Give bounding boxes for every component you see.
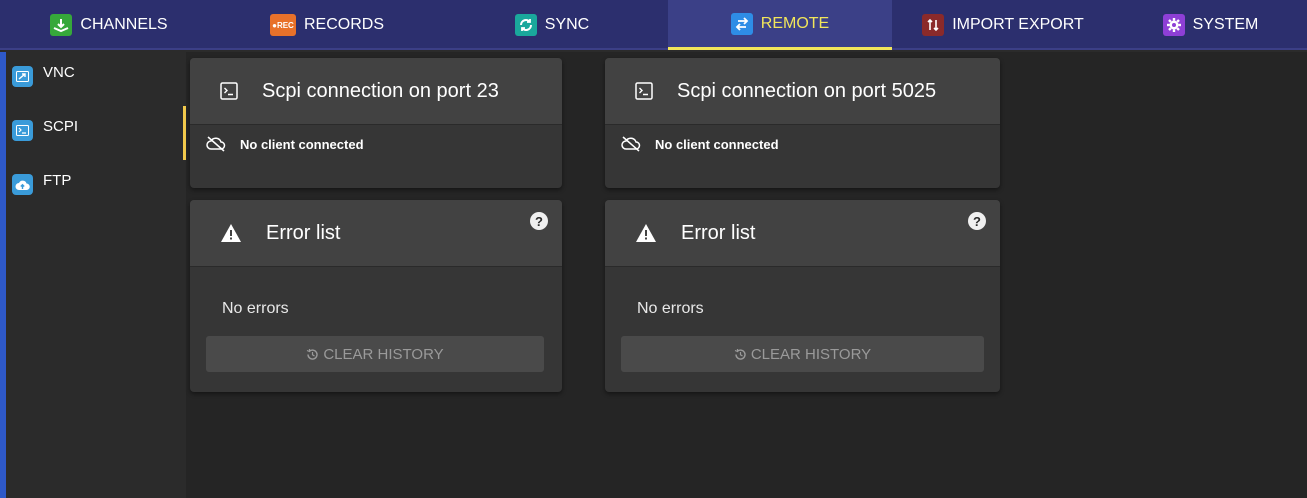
card-title: Scpi connection on port 5025 bbox=[677, 79, 937, 102]
tab-records[interactable]: ●REC RECORDS bbox=[218, 0, 436, 50]
history-icon bbox=[306, 348, 319, 361]
channels-icon bbox=[50, 14, 73, 36]
cloud-upload-icon bbox=[12, 174, 33, 195]
connection-status: No client connected bbox=[621, 136, 779, 152]
sidebar-item-label: FTP bbox=[43, 172, 72, 189]
remote-icon bbox=[730, 12, 753, 35]
tab-import-export[interactable]: IMPORT EXPORT bbox=[892, 0, 1114, 50]
clear-history-button[interactable]: CLEAR HISTORY bbox=[206, 336, 544, 372]
sidebar-item-label: VNC bbox=[43, 64, 75, 81]
tab-label: RECORDS bbox=[303, 16, 384, 33]
error-list-card-port-23: Error list ? No errors CLEAR HISTORY bbox=[190, 200, 562, 392]
gear-icon bbox=[1162, 14, 1185, 36]
sidebar: VNC SCPI FTP bbox=[0, 52, 186, 498]
card-header: Scpi connection on port 5025 bbox=[605, 58, 1000, 125]
tab-channels[interactable]: CHANNELS bbox=[0, 0, 218, 50]
cloud-off-icon bbox=[206, 136, 226, 152]
card-title: Error list bbox=[266, 221, 341, 244]
error-message: No errors bbox=[637, 300, 704, 317]
terminal-icon bbox=[12, 120, 33, 141]
import-export-icon bbox=[922, 14, 945, 36]
vnc-icon bbox=[12, 66, 33, 87]
tab-label: SYNC bbox=[544, 16, 590, 33]
tab-system[interactable]: SYSTEM bbox=[1114, 0, 1307, 50]
warning-icon bbox=[220, 223, 242, 243]
help-icon[interactable]: ? bbox=[968, 212, 986, 230]
status-text: No client connected bbox=[655, 136, 779, 152]
tab-remote[interactable]: REMOTE bbox=[668, 0, 892, 50]
card-header: Error list bbox=[190, 200, 562, 267]
top-navigation: CHANNELS ●REC RECORDS SYNC REMOTE IMPORT… bbox=[0, 0, 1307, 50]
warning-icon bbox=[635, 223, 657, 243]
card-header: Error list bbox=[605, 200, 1000, 267]
error-list-card-port-5025: Error list ? No errors CLEAR HISTORY bbox=[605, 200, 1000, 392]
sidebar-item-vnc[interactable]: VNC bbox=[6, 52, 186, 106]
sidebar-item-scpi[interactable]: SCPI bbox=[6, 106, 186, 160]
tab-label: CHANNELS bbox=[80, 16, 168, 33]
sidebar-item-label: SCPI bbox=[43, 118, 79, 135]
history-icon bbox=[734, 348, 747, 361]
tab-label: IMPORT EXPORT bbox=[952, 16, 1084, 33]
terminal-icon bbox=[635, 82, 653, 100]
main-content: Scpi connection on port 23 No client con… bbox=[186, 52, 1307, 498]
connection-card-port-23: Scpi connection on port 23 No client con… bbox=[190, 58, 562, 188]
connection-status: No client connected bbox=[206, 136, 364, 152]
tab-sync[interactable]: SYNC bbox=[436, 0, 668, 50]
card-header: Scpi connection on port 23 bbox=[190, 58, 562, 125]
rec-icon: ●REC bbox=[269, 14, 296, 36]
sidebar-item-ftp[interactable]: FTP bbox=[6, 160, 186, 214]
sync-icon bbox=[514, 14, 537, 36]
button-label: CLEAR HISTORY bbox=[323, 345, 444, 363]
help-icon[interactable]: ? bbox=[530, 212, 548, 230]
status-text: No client connected bbox=[240, 136, 364, 152]
card-title: Scpi connection on port 23 bbox=[262, 79, 499, 102]
card-title: Error list bbox=[681, 221, 756, 244]
tab-label: SYSTEM bbox=[1192, 16, 1259, 33]
terminal-icon bbox=[220, 82, 238, 100]
connection-card-port-5025: Scpi connection on port 5025 No client c… bbox=[605, 58, 1000, 188]
cloud-off-icon bbox=[621, 136, 641, 152]
clear-history-button[interactable]: CLEAR HISTORY bbox=[621, 336, 984, 372]
tab-label: REMOTE bbox=[760, 14, 830, 32]
button-label: CLEAR HISTORY bbox=[750, 345, 872, 363]
error-message: No errors bbox=[222, 300, 289, 317]
